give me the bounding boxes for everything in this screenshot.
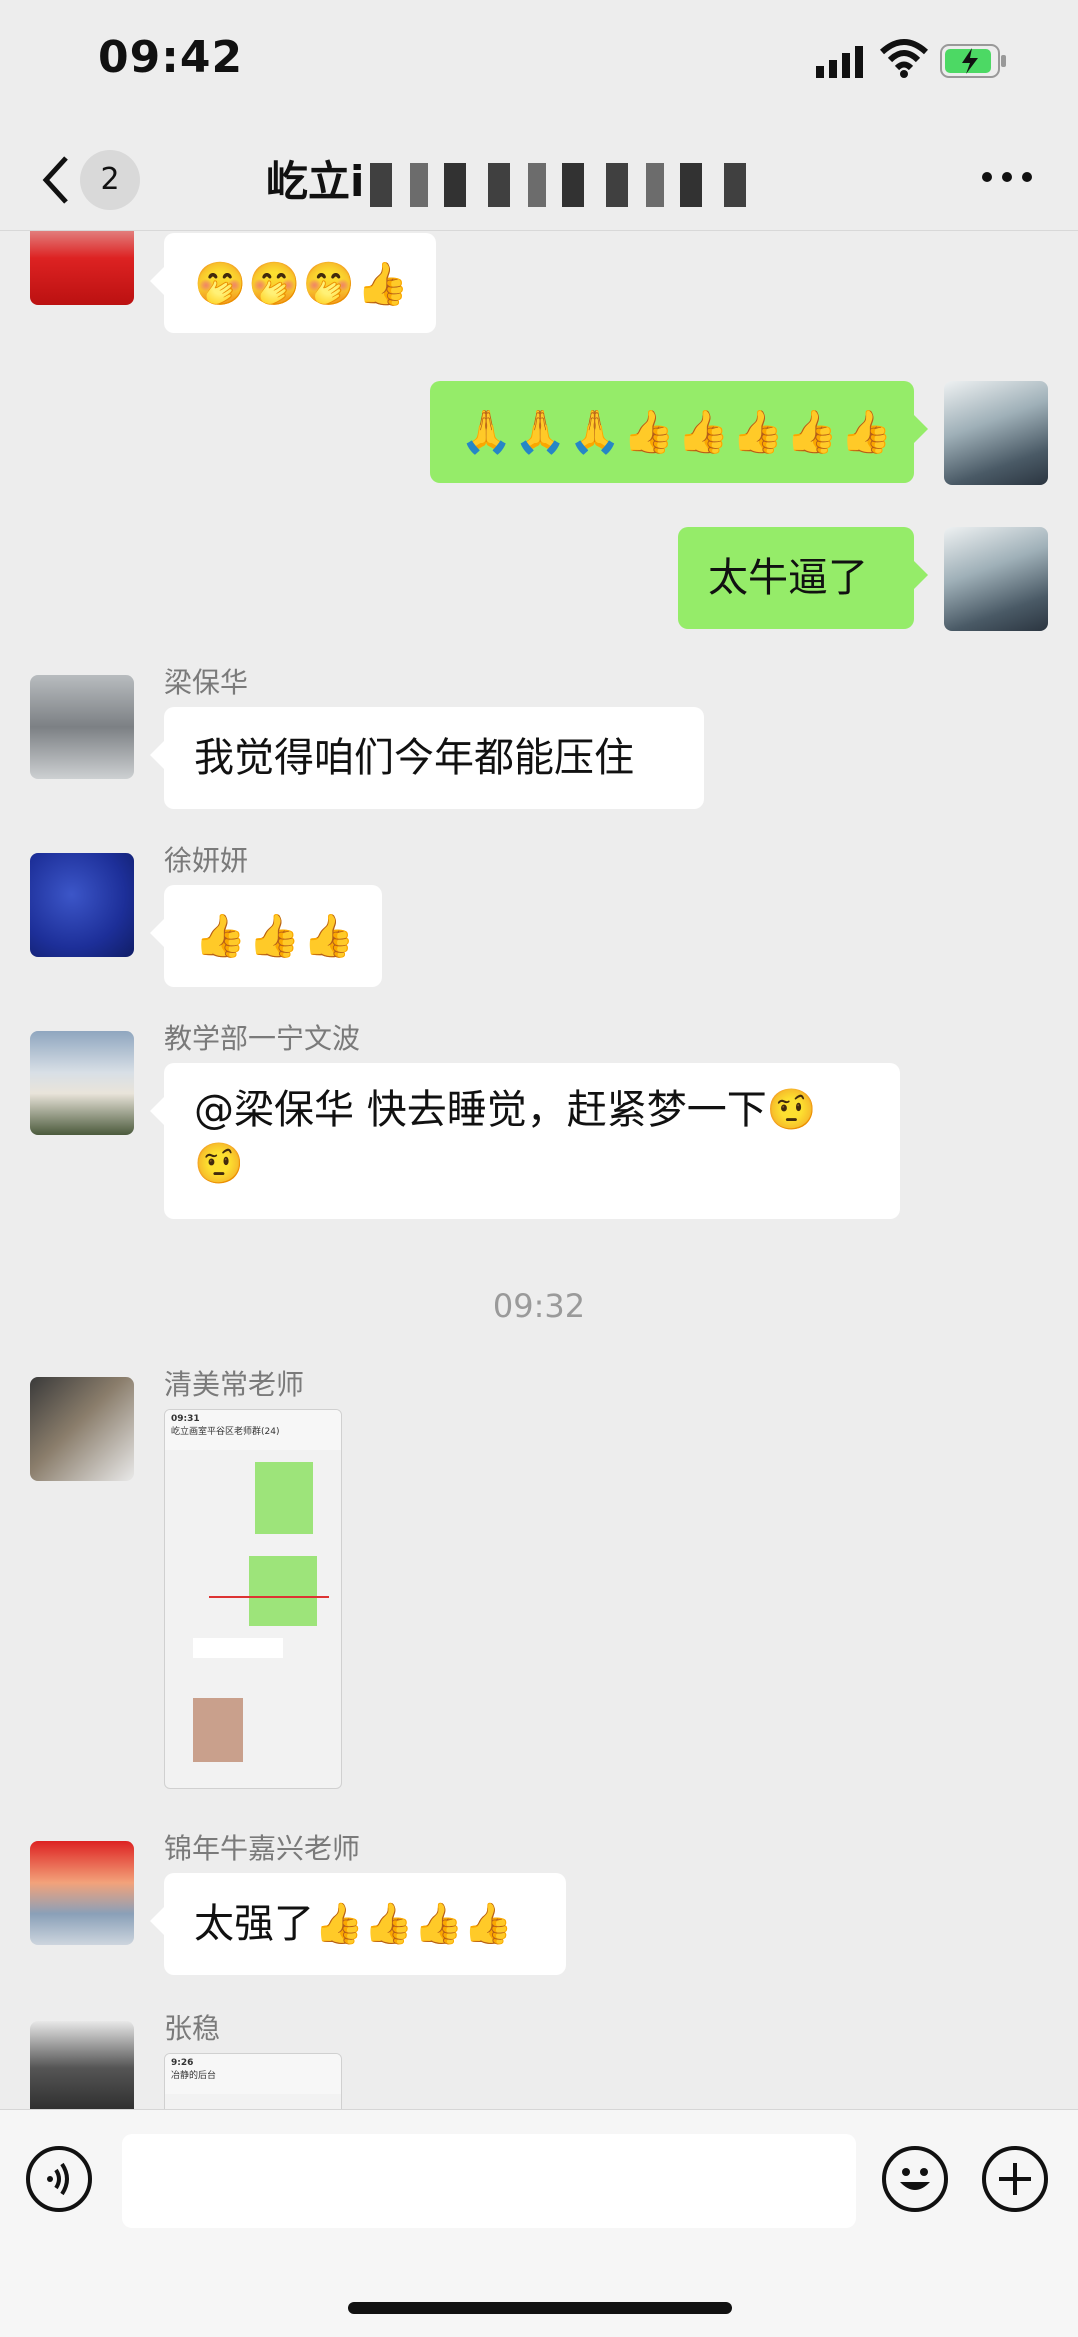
- avatar[interactable]: [30, 1377, 134, 1481]
- redacted-title-mosaic: [370, 162, 761, 207]
- message-list[interactable]: 🤭🤭🤭👍 🙏🙏🙏👍👍👍👍👍 太牛逼了 梁保华 我觉得咱们今年都能压住 徐妍妍 👍…: [0, 231, 1078, 2109]
- message-bubble[interactable]: 👍👍👍: [150, 885, 382, 987]
- message-bubble[interactable]: 🤭🤭🤭👍: [150, 233, 436, 333]
- avatar[interactable]: [30, 675, 134, 779]
- avatar[interactable]: [30, 231, 134, 305]
- message-bubble-self[interactable]: 太牛逼了: [678, 527, 928, 629]
- message-bubble[interactable]: 太强了👍👍👍👍: [150, 1873, 566, 1975]
- back-chevron-icon[interactable]: [36, 150, 76, 210]
- message-input[interactable]: [122, 2134, 856, 2228]
- sender-name: 清美常老师: [164, 1368, 305, 1401]
- wifi-icon: [880, 39, 928, 78]
- image-message-thumbnail[interactable]: 9:26 冶静的后台: [164, 2053, 342, 2109]
- battery-charging-icon: [940, 44, 1006, 78]
- avatar[interactable]: [30, 853, 134, 957]
- chat-header: 2 屹立i: [0, 130, 1078, 231]
- more-options-icon[interactable]: [982, 172, 1032, 188]
- time-divider: 09:32: [492, 1287, 586, 1325]
- avatar[interactable]: [30, 2021, 134, 2109]
- sender-name: 徐妍妍: [164, 844, 249, 877]
- unread-count-badge[interactable]: 2: [80, 150, 140, 210]
- message-bubble[interactable]: @梁保华 快去睡觉，赶紧梦一下🤨 🤨: [150, 1063, 900, 1219]
- cellular-signal-icon: [816, 46, 863, 78]
- voice-input-icon[interactable]: [26, 2146, 92, 2212]
- image-message-thumbnail[interactable]: 09:31 屹立画室平谷区老师群(24): [164, 1409, 342, 1789]
- avatar-self[interactable]: [944, 381, 1048, 485]
- sender-name: 教学部一宁文波: [164, 1022, 361, 1055]
- sender-name: 张稳: [164, 2012, 221, 2045]
- avatar[interactable]: [30, 1031, 134, 1135]
- sender-name: 锦年牛嘉兴老师: [164, 1832, 361, 1865]
- status-bar: 09:42: [0, 0, 1078, 130]
- message-bubble[interactable]: 我觉得咱们今年都能压住: [150, 707, 704, 809]
- emoji-icon[interactable]: [882, 2146, 948, 2212]
- message-bubble-self[interactable]: 🙏🙏🙏👍👍👍👍👍: [430, 381, 928, 483]
- avatar[interactable]: [30, 1841, 134, 1945]
- home-indicator[interactable]: [348, 2302, 732, 2314]
- chat-title: 屹立i: [266, 148, 761, 209]
- status-time: 09:42: [98, 32, 244, 83]
- sender-name: 梁保华: [164, 666, 249, 699]
- plus-icon[interactable]: [982, 2146, 1048, 2212]
- avatar-self[interactable]: [944, 527, 1048, 631]
